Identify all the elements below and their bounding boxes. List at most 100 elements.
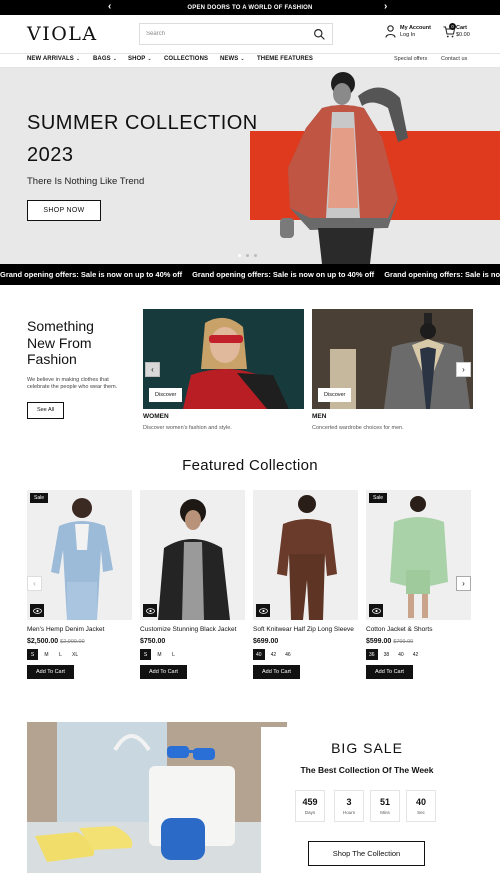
quick-view-button[interactable] [30,604,44,617]
see-all-button[interactable]: See All [27,401,64,419]
announcement-bar: ‹ OPEN DOORS TO A WORLD OF FASHION › [0,0,500,15]
category-desc-women: Discover women's fashion and style. [143,425,232,431]
hero-banner: SUMMER COLLECTION 2023 There Is Nothing L… [0,68,500,264]
category-label-men[interactable]: MEN [312,413,326,420]
size-option[interactable]: S [27,649,38,660]
nav-contact-us[interactable]: Contact us [441,56,467,62]
category-intro: Something New From Fashion We believe in m… [27,318,137,419]
discover-button[interactable]: Discover [149,388,183,402]
knitwear-image [277,495,337,620]
cart-total: $0.00 [456,32,470,38]
size-options: 36 38 40 42 [366,649,471,660]
category-heading: Something New From Fashion [27,318,94,367]
add-to-cart-button[interactable]: Add To Cart [140,665,187,679]
product-card[interactable]: Soft Knitwear Half Zip Long Sleeve $699.… [253,490,358,679]
add-to-cart-button[interactable]: Add To Cart [366,665,413,679]
size-option[interactable]: 46 [282,649,294,660]
slider-dot[interactable] [246,254,249,257]
quick-view-button[interactable] [256,604,270,617]
search-input[interactable] [146,31,306,37]
size-option[interactable]: XL [69,649,81,660]
product-name[interactable]: Soft Knitwear Half Zip Long Sleeve [253,626,358,634]
compare-price: $799.00 [393,639,414,645]
category-description: We believe in making clothes that celebr… [27,376,118,391]
chevron-right-icon: › [462,365,465,374]
product-name[interactable]: Men's Hemp Denim Jacket [27,626,132,634]
discover-button[interactable]: Discover [318,388,352,402]
logo[interactable]: VIOLA [27,23,98,45]
size-option[interactable]: 38 [381,649,393,660]
sale-title: BIG SALE [331,740,403,756]
product-card[interactable]: Sale Men's Hemp Denim Jacket $2,500.00 $2… [27,490,132,679]
size-option[interactable]: 36 [366,649,378,660]
size-options: S M L [140,649,245,660]
size-option[interactable]: S [140,649,151,660]
slider-dot[interactable] [238,254,241,257]
chevron-down-icon: ⌄ [147,56,152,62]
category-card-women[interactable]: Discover [143,309,304,409]
sale-badge: Sale [30,493,49,503]
chevron-left-icon[interactable]: ‹ [108,1,112,13]
shop-collection-button[interactable]: Shop The Collection [308,841,425,866]
main-nav: NEW ARRIVALS ⌄ BAGS ⌄ SHOP ⌄ COLLECTIONS NE… [0,53,500,68]
accessories-image [27,722,287,873]
product-image[interactable] [253,490,358,620]
nav-special-offers[interactable]: Special offers [394,56,427,62]
sale-subtitle: The Best Collection Of The Week [300,765,434,775]
cart-link[interactable]: 0 Cart $0.00 [443,23,470,39]
slider-dot[interactable] [254,254,257,257]
category-label-women[interactable]: WOMEN [143,413,169,420]
nav-item-collections[interactable]: COLLECTIONS [164,56,208,62]
product-price: $599.00 $799.00 [366,638,414,645]
nav-item-shop[interactable]: SHOP ⌄ [128,56,152,62]
product-image[interactable]: Sale [366,490,471,620]
add-to-cart-button[interactable]: Add To Cart [27,665,74,679]
product-image[interactable]: Sale [27,490,132,620]
chevron-down-icon: ⌄ [240,56,245,62]
product-name[interactable]: Customize Stunning Black Jacket [140,626,245,634]
size-option[interactable]: M [41,649,52,660]
quick-view-button[interactable] [143,604,157,617]
product-price: $699.00 [253,638,279,645]
eye-icon [145,607,155,614]
nav-item-bags[interactable]: BAGS ⌄ [93,56,117,62]
products-next-button[interactable]: › [456,576,471,591]
chevron-right-icon: › [462,579,465,588]
size-option[interactable]: 42 [268,649,280,660]
nav-item-theme-features[interactable]: THEME FEATURES [257,56,313,62]
size-option[interactable]: L [55,649,66,660]
chevron-left-icon: ‹ [151,365,154,374]
category-next-button[interactable]: › [456,362,471,377]
nav-item-new-arrivals[interactable]: NEW ARRIVALS ⌄ [27,56,80,62]
size-option[interactable]: M [154,649,165,660]
size-option[interactable]: 42 [410,649,422,660]
announcement-text: OPEN DOORS TO A WORLD OF FASHION [187,4,313,11]
quick-view-button[interactable] [369,604,383,617]
product-card[interactable]: Customize Stunning Black Jacket $750.00 … [140,490,245,679]
product-name[interactable]: Cotton Jacket & Shorts [366,626,471,634]
category-card-men[interactable]: Discover [312,309,473,409]
nav-item-news[interactable]: NEWS ⌄ [220,56,245,62]
user-icon [385,25,396,38]
category-prev-button[interactable]: ‹ [145,362,160,377]
promo-ticker: Grand opening offers: Sale is now on up … [0,264,500,285]
ticker-text: Grand opening offers: Sale is now on up … [192,270,375,279]
chevron-right-icon[interactable]: › [384,1,388,13]
account-link[interactable]: My Account Log In [385,25,431,39]
cotton-jacket-image [390,496,448,618]
featured-title: Featured Collection [182,457,318,474]
size-option[interactable]: 40 [395,649,407,660]
login-link[interactable]: Log In [400,32,415,38]
eye-icon [32,607,42,614]
eye-icon [371,607,381,614]
compare-price: $2,999.00 [60,639,85,645]
size-option[interactable]: L [168,649,179,660]
search-icon[interactable] [313,28,326,41]
product-image[interactable] [140,490,245,620]
shop-now-button[interactable]: SHOP NOW [27,200,101,221]
hero-model-image [280,72,408,264]
products-prev-button[interactable]: ‹ [27,576,42,591]
add-to-cart-button[interactable]: Add To Cart [253,665,300,679]
size-option[interactable]: 40 [253,649,265,660]
product-price: $2,500.00 $2,999.00 [27,638,85,645]
